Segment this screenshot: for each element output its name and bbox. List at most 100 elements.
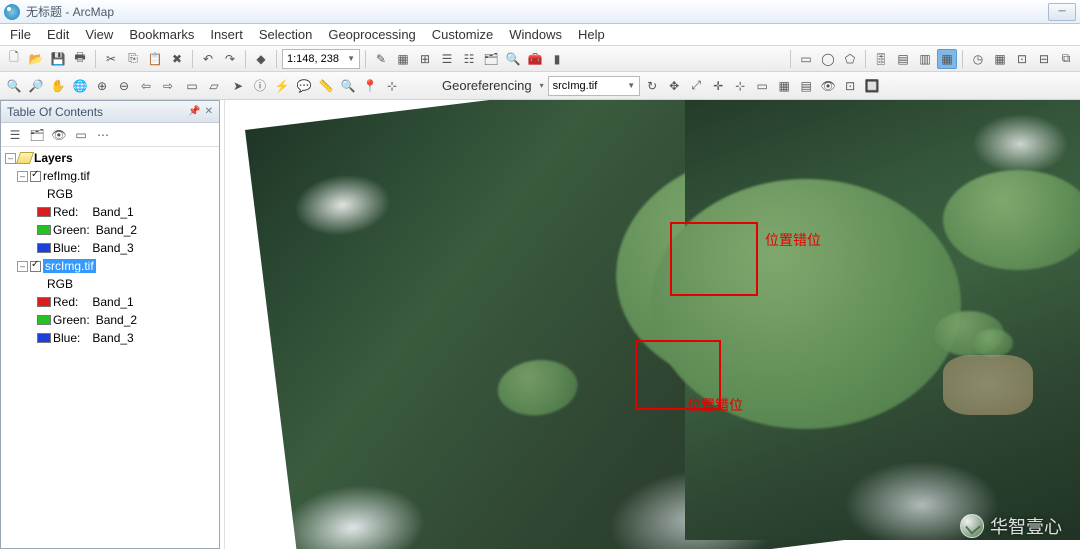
table-icon[interactable]: ▦: [990, 49, 1010, 69]
collapse-icon[interactable]: –: [17, 171, 28, 182]
save-icon[interactable]: 💾: [48, 49, 68, 69]
menu-selection[interactable]: Selection: [251, 24, 320, 45]
georef-scale-icon[interactable]: ⤢: [686, 76, 706, 96]
georef-zoom-icon[interactable]: 🔲: [862, 76, 882, 96]
georef-shift-icon[interactable]: ✥: [664, 76, 684, 96]
drawing-rect-icon[interactable]: ▭: [796, 49, 816, 69]
georef-addpoint-icon[interactable]: ✛: [708, 76, 728, 96]
georef-dropdown-icon[interactable]: ▾: [538, 81, 546, 90]
search-icon[interactable]: 🔍: [503, 49, 523, 69]
toolbar-icon-c[interactable]: ☰: [437, 49, 457, 69]
select-icon[interactable]: ▭: [182, 76, 202, 96]
paste-icon[interactable]: 📋: [145, 49, 165, 69]
window-icon-c[interactable]: ⧉: [1056, 49, 1076, 69]
georef-select-icon[interactable]: ▭: [752, 76, 772, 96]
map-view[interactable]: 位置错位 位置错位 华智壹心: [224, 100, 1080, 549]
print-icon[interactable]: 🖶: [70, 49, 90, 69]
hyperlink-icon[interactable]: ⚡: [272, 76, 292, 96]
toolbar-icon-a[interactable]: ▦: [393, 49, 413, 69]
swipe-icon[interactable]: ▤: [893, 49, 913, 69]
georef-linktable-icon[interactable]: ▦: [774, 76, 794, 96]
layer-checkbox[interactable]: [30, 261, 41, 272]
scale-input[interactable]: 1:148, 238▼: [282, 49, 360, 69]
effects-icon[interactable]: 🎚: [871, 49, 891, 69]
drawing-poly-icon[interactable]: ⬠: [840, 49, 860, 69]
menu-file[interactable]: File: [2, 24, 39, 45]
undo-icon[interactable]: ↶: [198, 49, 218, 69]
find-icon[interactable]: 🔍: [338, 76, 358, 96]
georef-viewlink-icon[interactable]: 👁: [818, 76, 838, 96]
toc-list-by-selection-icon[interactable]: ▭: [71, 125, 91, 145]
menu-help[interactable]: Help: [570, 24, 613, 45]
menu-edit[interactable]: Edit: [39, 24, 77, 45]
redo-icon[interactable]: ↷: [220, 49, 240, 69]
editor-toolbar-icon[interactable]: ✎: [371, 49, 391, 69]
pointer-icon[interactable]: ➤: [228, 76, 248, 96]
flicker-icon[interactable]: ▥: [915, 49, 935, 69]
next-extent-icon[interactable]: ⇨: [158, 76, 178, 96]
toc-pin-icon[interactable]: 📌: [188, 106, 200, 117]
toc-close-icon[interactable]: ✕: [205, 106, 213, 117]
toolbar-icon-b[interactable]: ⊞: [415, 49, 435, 69]
menu-windows[interactable]: Windows: [501, 24, 570, 45]
menu-view[interactable]: View: [77, 24, 121, 45]
georef-delete-icon[interactable]: ▤: [796, 76, 816, 96]
toc-list-by-visibility-icon[interactable]: 👁: [49, 125, 69, 145]
red-swatch-icon: [37, 297, 51, 307]
window-icon-b[interactable]: ⊟: [1034, 49, 1054, 69]
html-popup-icon[interactable]: 💬: [294, 76, 314, 96]
window-icon-a[interactable]: ⊡: [1012, 49, 1032, 69]
open-icon[interactable]: 📂: [26, 49, 46, 69]
goto-xy-icon[interactable]: ⊹: [382, 76, 402, 96]
fixed-zoom-in-icon[interactable]: ⊕: [92, 76, 112, 96]
fixed-zoom-out-icon[interactable]: ⊖: [114, 76, 134, 96]
minimize-button[interactable]: ─: [1048, 3, 1076, 21]
collapse-icon[interactable]: –: [5, 153, 16, 164]
measure-icon[interactable]: 📏: [316, 76, 336, 96]
copy-icon[interactable]: ⎘: [123, 49, 143, 69]
menu-insert[interactable]: Insert: [202, 24, 251, 45]
green-swatch-icon: [37, 225, 51, 235]
toc-tabs: ☰ 🗂 👁 ▭ ⋯: [1, 123, 219, 147]
layer-checkbox[interactable]: [30, 171, 41, 182]
tree-layer2-band-green: Green: Band_2: [1, 311, 219, 329]
georef-label: Georeferencing: [438, 78, 536, 93]
georef-rotate-icon[interactable]: ↻: [642, 76, 662, 96]
zoom-in-icon[interactable]: 🔍: [4, 76, 24, 96]
georef-autopoint-icon[interactable]: ⊹: [730, 76, 750, 96]
transparency-icon[interactable]: ▦: [937, 49, 957, 69]
menu-geoprocessing[interactable]: Geoprocessing: [320, 24, 423, 45]
zoom-out-icon[interactable]: 🔎: [26, 76, 46, 96]
tree-layer-refimg[interactable]: – refImg.tif: [1, 167, 219, 185]
find-route-icon[interactable]: 📍: [360, 76, 380, 96]
catalog-icon[interactable]: 🗂: [481, 49, 501, 69]
prev-extent-icon[interactable]: ⇦: [136, 76, 156, 96]
toc-list-by-drawing-icon[interactable]: ☰: [5, 125, 25, 145]
tree-layer1-band-blue: Blue: Band_3: [1, 239, 219, 257]
toc-options-icon[interactable]: ⋯: [93, 125, 113, 145]
drawing-circle-icon[interactable]: ◯: [818, 49, 838, 69]
menu-customize[interactable]: Customize: [424, 24, 501, 45]
pan-icon[interactable]: ✋: [48, 76, 68, 96]
full-extent-icon[interactable]: 🌐: [70, 76, 90, 96]
tree-layer-srcimg[interactable]: – srcImg.tif: [1, 257, 219, 275]
toc-list-by-source-icon[interactable]: 🗂: [27, 125, 47, 145]
cut-icon[interactable]: ✂: [101, 49, 121, 69]
delete-icon[interactable]: ✖: [167, 49, 187, 69]
title-bar: 无标题 - ArcMap ─: [0, 0, 1080, 24]
toolbox-icon[interactable]: 🧰: [525, 49, 545, 69]
georef-reset-icon[interactable]: ⊡: [840, 76, 860, 96]
layer-name: refImg.tif: [43, 169, 90, 183]
time-icon[interactable]: ◷: [968, 49, 988, 69]
collapse-icon[interactable]: –: [17, 261, 28, 272]
clear-select-icon[interactable]: ▱: [204, 76, 224, 96]
add-data-icon[interactable]: ◆: [251, 49, 271, 69]
python-icon[interactable]: ▮: [547, 49, 567, 69]
menu-bookmarks[interactable]: Bookmarks: [121, 24, 202, 45]
georef-layer-select[interactable]: srcImg.tif ▼: [548, 76, 641, 96]
identify-icon[interactable]: ⓘ: [250, 76, 270, 96]
new-icon[interactable]: 🗋: [4, 49, 24, 69]
toolbar-icon-d[interactable]: ☷: [459, 49, 479, 69]
annotation-label-2: 位置错位: [687, 395, 743, 415]
tree-root-layers[interactable]: – Layers: [1, 149, 219, 167]
